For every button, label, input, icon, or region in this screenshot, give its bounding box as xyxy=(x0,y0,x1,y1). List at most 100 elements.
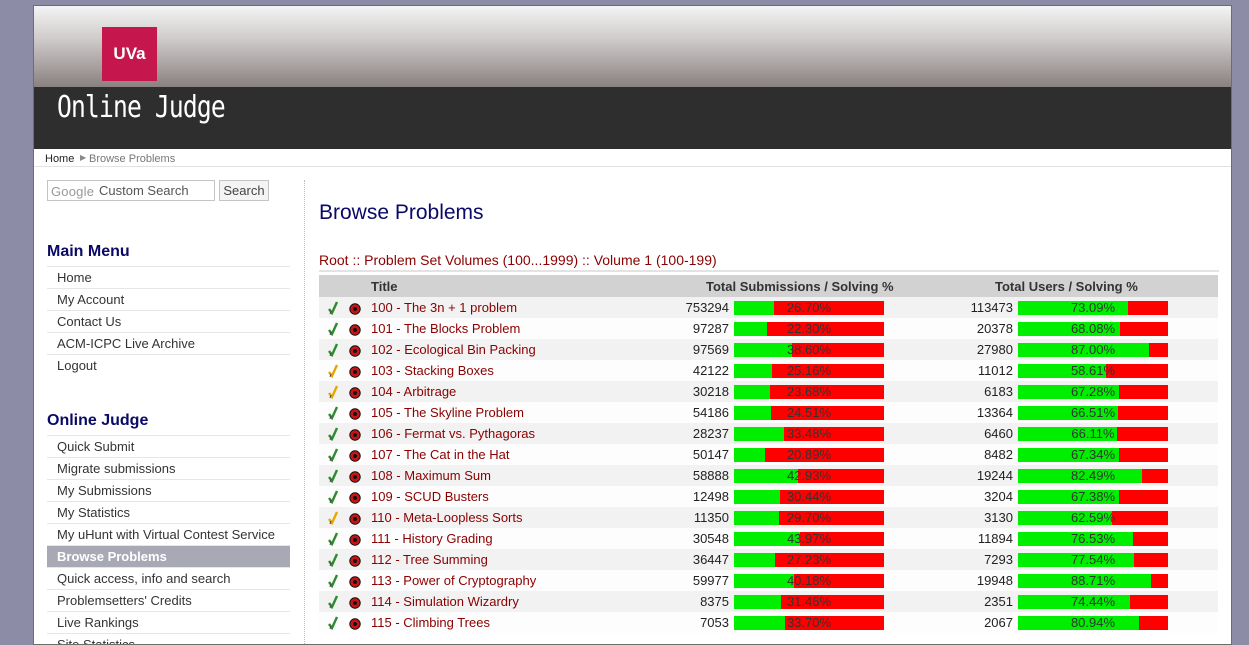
discuss-cell[interactable] xyxy=(339,465,371,486)
problem-link[interactable]: 114 - Simulation Wizardry xyxy=(371,594,519,609)
status-cell[interactable] xyxy=(319,612,339,633)
submissions-solving-bar: 42.93% xyxy=(734,469,884,483)
site-header: UVa Online Judge xyxy=(34,6,1231,149)
users-solving-pct: 77.54% xyxy=(1070,552,1116,567)
submissions-solving-pct: 25.16% xyxy=(786,363,832,378)
menu-item-my-submissions[interactable]: My Submissions xyxy=(47,479,290,501)
discuss-cell[interactable] xyxy=(339,612,371,633)
menu-item-migrate-submissions[interactable]: Migrate submissions xyxy=(47,457,290,479)
menu-item-logout[interactable]: Logout xyxy=(47,354,290,376)
header-discuss xyxy=(339,275,371,297)
site-title: Online Judge xyxy=(57,90,226,125)
status-cell[interactable] xyxy=(319,444,339,465)
problem-link[interactable]: 106 - Fermat vs. Pythagoras xyxy=(371,426,535,441)
problem-link[interactable]: 100 - The 3n + 1 problem xyxy=(371,300,517,315)
search-placeholder: Custom Search xyxy=(99,183,189,198)
problem-title-cell: 108 - Maximum Sum xyxy=(371,465,631,486)
discuss-cell[interactable] xyxy=(339,528,371,549)
problem-link[interactable]: 111 - History Grading xyxy=(371,531,493,546)
users-count: 13364 xyxy=(920,402,1018,423)
header-status xyxy=(319,275,339,297)
status-cell[interactable] xyxy=(319,339,339,360)
online-judge-heading: Online Judge xyxy=(47,412,149,429)
problem-link[interactable]: 103 - Stacking Boxes xyxy=(371,363,494,378)
discuss-cell[interactable] xyxy=(339,591,371,612)
discuss-cell[interactable] xyxy=(339,360,371,381)
menu-item-my-account[interactable]: My Account xyxy=(47,288,290,310)
users-count: 11012 xyxy=(920,360,1018,381)
submissions-solving-pct: 33.70% xyxy=(786,615,832,630)
search-button[interactable]: Search xyxy=(219,180,269,201)
table-row: 111 - History Grading 30548 43.97% 11894 76.… xyxy=(319,528,1218,549)
problem-link[interactable]: 115 - Climbing Trees xyxy=(371,615,490,630)
submissions-bar-cell: 22.30% xyxy=(734,318,920,339)
menu-item-home[interactable]: Home xyxy=(47,266,290,288)
status-cell[interactable] xyxy=(319,297,339,318)
discuss-cell[interactable] xyxy=(339,339,371,360)
discuss-cell[interactable] xyxy=(339,570,371,591)
problem-link[interactable]: 109 - SCUD Busters xyxy=(371,489,489,504)
breadcrumb-arrow-icon: ▶ xyxy=(80,153,87,162)
users-solving-bar: 66.11% xyxy=(1018,427,1168,441)
status-cell[interactable] xyxy=(319,318,339,339)
tried-check-icon xyxy=(328,511,339,526)
menu-item-quick-access-info-and-search[interactable]: Quick access, info and search xyxy=(47,567,290,589)
problem-link[interactable]: 101 - The Blocks Problem xyxy=(371,321,520,336)
problem-link[interactable]: 113 - Power of Cryptography xyxy=(371,573,536,588)
discuss-cell[interactable] xyxy=(339,486,371,507)
users-solving-bar: 88.71% xyxy=(1018,574,1168,588)
submissions-solving-bar: 31.46% xyxy=(734,595,884,609)
problem-title-cell: 107 - The Cat in the Hat xyxy=(371,444,631,465)
users-solving-bar: 87.00% xyxy=(1018,343,1168,357)
discuss-cell[interactable] xyxy=(339,318,371,339)
problem-link[interactable]: 108 - Maximum Sum xyxy=(371,468,491,483)
discuss-cell[interactable] xyxy=(339,549,371,570)
submissions-count: 97287 xyxy=(631,318,734,339)
status-cell[interactable] xyxy=(319,360,339,381)
table-row: 102 - Ecological Bin Packing 97569 38.60% 2… xyxy=(319,339,1218,360)
search-input[interactable]: Google Custom Search xyxy=(47,180,215,201)
discuss-cell[interactable] xyxy=(339,423,371,444)
discuss-cell[interactable] xyxy=(339,381,371,402)
users-solving-pct: 88.71% xyxy=(1070,573,1116,588)
volume-path[interactable]: Root :: Problem Set Volumes (100...1999)… xyxy=(319,252,717,268)
menu-item-site-statistics[interactable]: Site Statistics xyxy=(47,633,290,644)
menu-item-my-uhunt-with-virtual-contest-service[interactable]: My uHunt with Virtual Contest Service xyxy=(47,523,290,545)
discuss-cell[interactable] xyxy=(339,297,371,318)
discuss-cell[interactable] xyxy=(339,444,371,465)
discuss-cell[interactable] xyxy=(339,507,371,528)
menu-item-live-rankings[interactable]: Live Rankings xyxy=(47,611,290,633)
status-cell[interactable] xyxy=(319,549,339,570)
users-solving-pct: 68.08% xyxy=(1070,321,1116,336)
status-cell[interactable] xyxy=(319,423,339,444)
discuss-cell[interactable] xyxy=(339,402,371,423)
problem-link[interactable]: 105 - The Skyline Problem xyxy=(371,405,524,420)
status-cell[interactable] xyxy=(319,507,339,528)
problem-link[interactable]: 102 - Ecological Bin Packing xyxy=(371,342,536,357)
table-row: 114 - Simulation Wizardry 8375 31.46% 2351 7… xyxy=(319,591,1218,612)
submissions-count: 11350 xyxy=(631,507,734,528)
status-cell[interactable] xyxy=(319,465,339,486)
problem-link[interactable]: 110 - Meta-Loopless Sorts xyxy=(371,510,523,525)
users-bar-cell: 62.59% xyxy=(1018,507,1218,528)
menu-item-browse-problems[interactable]: Browse Problems xyxy=(47,545,290,567)
users-solving-pct: 62.59% xyxy=(1070,510,1116,525)
uva-logo[interactable]: UVa xyxy=(102,27,157,81)
status-cell[interactable] xyxy=(319,486,339,507)
problem-link[interactable]: 104 - Arbitrage xyxy=(371,384,456,399)
menu-item-contact-us[interactable]: Contact Us xyxy=(47,310,290,332)
menu-item-quick-submit[interactable]: Quick Submit xyxy=(47,435,290,457)
status-cell[interactable] xyxy=(319,528,339,549)
status-cell[interactable] xyxy=(319,402,339,423)
users-solving-pct: 74.44% xyxy=(1070,594,1116,609)
breadcrumb-home-link[interactable]: Home xyxy=(45,153,74,165)
status-cell[interactable] xyxy=(319,381,339,402)
menu-item-acm-icpc-live-archive[interactable]: ACM-ICPC Live Archive xyxy=(47,332,290,354)
header-users: Total Users / Solving % xyxy=(920,275,1218,297)
menu-item-my-statistics[interactable]: My Statistics xyxy=(47,501,290,523)
problem-link[interactable]: 107 - The Cat in the Hat xyxy=(371,447,510,462)
menu-item-problemsetters-credits[interactable]: Problemsetters' Credits xyxy=(47,589,290,611)
problem-link[interactable]: 112 - Tree Summing xyxy=(371,552,488,567)
status-cell[interactable] xyxy=(319,591,339,612)
status-cell[interactable] xyxy=(319,570,339,591)
